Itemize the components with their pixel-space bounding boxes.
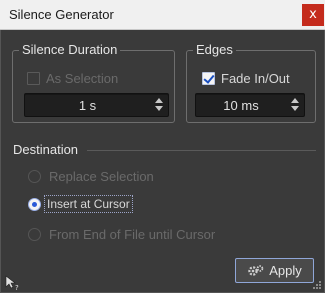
svg-text:?: ?: [15, 284, 19, 291]
fade-in-out-label: Fade In/Out: [221, 71, 290, 86]
radio-from-end-of-file-label: From End of File until Cursor: [49, 227, 216, 242]
fade-spinbox[interactable]: 10 ms: [195, 93, 305, 117]
focus-indicator: Insert at Cursor: [44, 195, 133, 213]
radio-from-end-of-file[interactable]: From End of File until Cursor: [28, 227, 215, 242]
radio-insert-at-cursor[interactable]: Insert at Cursor: [28, 195, 133, 213]
as-selection-checkbox[interactable]: As Selection: [27, 71, 118, 86]
help-cursor-icon[interactable]: ?: [5, 275, 21, 291]
title-bar: Silence Generator x: [0, 0, 325, 30]
radio-from-end-of-file-button[interactable]: [28, 228, 41, 241]
fade-value[interactable]: 10 ms: [196, 98, 286, 113]
radio-replace-selection[interactable]: Replace Selection: [28, 169, 154, 184]
apply-label: Apply: [269, 263, 302, 278]
duration-stepper-icon[interactable]: [155, 97, 164, 113]
close-button[interactable]: x: [302, 4, 324, 26]
spin-up-icon[interactable]: [291, 98, 299, 103]
checkmark-icon[interactable]: [202, 72, 215, 85]
fade-stepper-icon[interactable]: [291, 97, 300, 113]
spin-down-icon[interactable]: [291, 106, 299, 111]
edges-title: Edges: [193, 42, 236, 57]
radio-replace-selection-label: Replace Selection: [49, 169, 154, 184]
gear-icon: [248, 264, 264, 276]
apply-button[interactable]: Apply: [235, 258, 314, 283]
radio-replace-selection-button[interactable]: [28, 170, 41, 183]
duration-value[interactable]: 1 s: [25, 98, 150, 113]
duration-spinbox[interactable]: 1 s: [24, 93, 169, 117]
dialog-body: Silence Duration As Selection 1 s Edges …: [0, 30, 325, 293]
destination-divider: [87, 150, 316, 151]
fade-in-out-checkbox[interactable]: Fade In/Out: [202, 71, 290, 86]
radio-insert-at-cursor-label: Insert at Cursor: [47, 197, 130, 211]
destination-title: Destination: [13, 142, 79, 157]
silence-duration-title: Silence Duration: [19, 42, 121, 57]
edges-group: Edges Fade In/Out 10 ms: [186, 42, 316, 123]
as-selection-label: As Selection: [46, 71, 119, 86]
spin-up-icon[interactable]: [155, 98, 163, 103]
resize-grip-icon[interactable]: [312, 280, 322, 290]
window-title: Silence Generator: [9, 7, 114, 22]
silence-duration-group: Silence Duration As Selection 1 s: [12, 42, 175, 123]
spin-down-icon[interactable]: [155, 106, 163, 111]
radio-insert-at-cursor-button[interactable]: [28, 197, 41, 211]
as-selection-box[interactable]: [27, 72, 40, 85]
